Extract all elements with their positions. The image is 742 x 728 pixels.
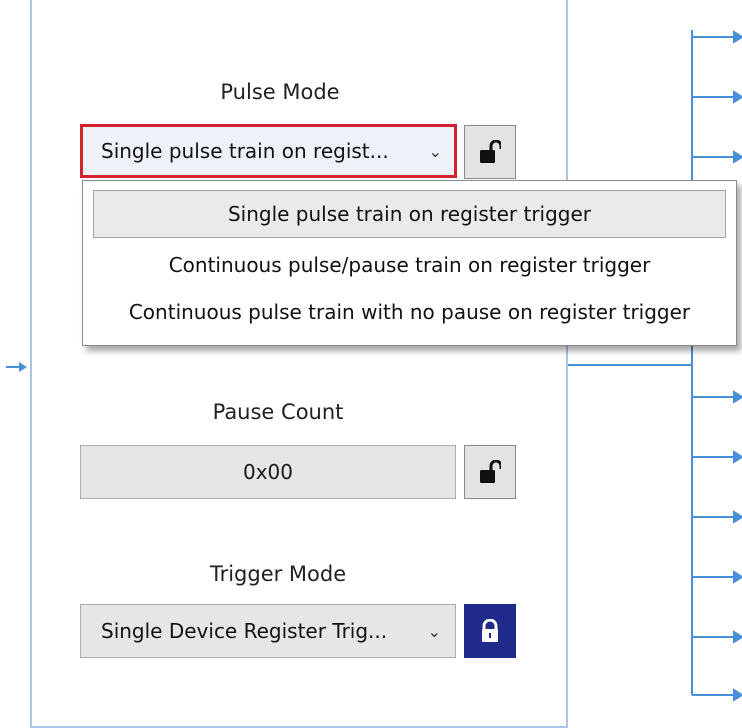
pulse-mode-selected-value: Single pulse train on regist... xyxy=(101,139,389,163)
pulse-mode-dropdown: Single pulse train on register trigger C… xyxy=(82,180,737,346)
dropdown-option[interactable]: Continuous pulse/pause train on register… xyxy=(93,241,726,289)
chevron-down-icon: ⌄ xyxy=(427,621,441,641)
pause-count-value: 0x00 xyxy=(242,460,293,484)
trigger-mode-selected-value: Single Device Register Trig... xyxy=(101,619,388,643)
pulse-mode-lock-button[interactable] xyxy=(464,125,516,179)
dropdown-option[interactable]: Single pulse train on register trigger xyxy=(93,190,726,238)
trigger-mode-label: Trigger Mode xyxy=(209,562,347,586)
pause-count-label: Pause Count xyxy=(212,400,344,424)
unlocked-padlock-icon xyxy=(480,460,501,483)
dropdown-option[interactable]: Continuous pulse train with no pause on … xyxy=(93,288,726,336)
locked-padlock-icon xyxy=(482,619,498,642)
pulse-mode-select[interactable]: Single pulse train on regist... ⌄ xyxy=(80,124,457,178)
trigger-mode-lock-button[interactable] xyxy=(464,604,516,658)
pulse-mode-label: Pulse Mode xyxy=(220,80,340,104)
input-arrow-icon xyxy=(6,362,27,372)
pause-count-lock-button[interactable] xyxy=(464,445,516,499)
trigger-mode-select[interactable]: Single Device Register Trig... ⌄ xyxy=(80,604,456,658)
unlocked-padlock-icon xyxy=(480,140,501,163)
pause-count-field[interactable]: 0x00 xyxy=(80,445,456,499)
chevron-down-icon: ⌄ xyxy=(428,141,442,161)
